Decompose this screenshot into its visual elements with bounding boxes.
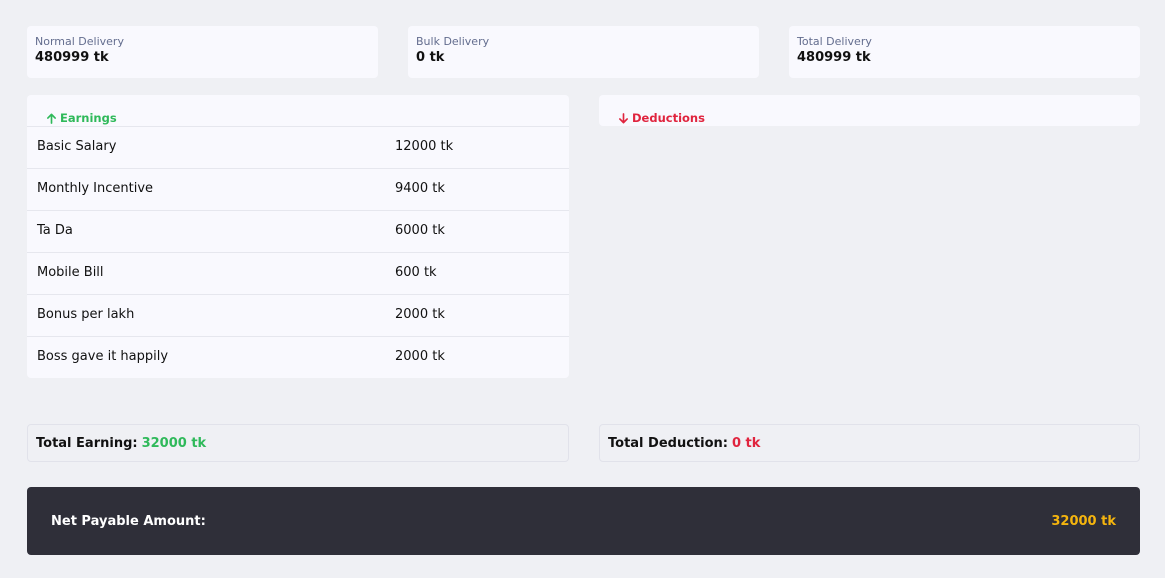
earning-name: Bonus per lakh bbox=[37, 307, 135, 322]
list-item: Mobile Bill 600 tk bbox=[27, 252, 569, 294]
list-item: Monthly Incentive 9400 tk bbox=[27, 168, 569, 210]
arrow-up-icon bbox=[47, 113, 56, 124]
stat-card-bulk-delivery: Bulk Delivery 0 tk bbox=[408, 26, 759, 78]
earnings-list: Basic Salary 12000 tk Monthly Incentive … bbox=[27, 126, 569, 378]
earnings-panel: Earnings Basic Salary 12000 tk Monthly I… bbox=[27, 95, 569, 378]
earning-amount: 6000 tk bbox=[395, 223, 445, 238]
stat-card-normal-delivery: Normal Delivery 480999 tk bbox=[27, 26, 378, 78]
earnings-header: Earnings bbox=[46, 111, 117, 125]
earning-name: Basic Salary bbox=[37, 139, 117, 154]
stat-value: 480999 tk bbox=[797, 50, 871, 65]
stat-label: Total Delivery bbox=[797, 35, 872, 48]
deductions-panel: Deductions bbox=[599, 95, 1140, 126]
stat-value: 480999 tk bbox=[35, 50, 109, 65]
earning-name: Ta Da bbox=[37, 223, 73, 238]
arrow-down-icon bbox=[619, 112, 628, 123]
earning-amount: 600 tk bbox=[395, 265, 437, 280]
earning-amount: 12000 tk bbox=[395, 139, 454, 154]
earning-name: Mobile Bill bbox=[37, 265, 104, 280]
earning-amount: 2000 tk bbox=[395, 307, 445, 322]
net-payable-bar: Net Payable Amount: 32000 tk bbox=[27, 487, 1140, 555]
stat-label: Normal Delivery bbox=[35, 35, 124, 48]
stat-label: Bulk Delivery bbox=[416, 35, 490, 48]
net-payable-label: Net Payable Amount: bbox=[51, 513, 206, 529]
stat-card-total-delivery: Total Delivery 480999 tk bbox=[789, 26, 1140, 78]
total-earning-label: Total Earning: bbox=[36, 435, 138, 451]
earning-amount: 2000 tk bbox=[395, 349, 445, 364]
deductions-header: Deductions bbox=[618, 111, 705, 125]
list-item: Basic Salary 12000 tk bbox=[27, 126, 569, 168]
net-payable-value: 32000 tk bbox=[1051, 513, 1116, 529]
earnings-title: Earnings bbox=[60, 111, 117, 125]
stat-value: 0 tk bbox=[416, 50, 445, 65]
list-item: Ta Da 6000 tk bbox=[27, 210, 569, 252]
total-deduction-label: Total Deduction: bbox=[608, 435, 728, 451]
list-item: Boss gave it happily 2000 tk bbox=[27, 336, 569, 378]
earning-name: Monthly Incentive bbox=[37, 181, 154, 196]
total-earning-value: 32000 tk bbox=[141, 435, 207, 451]
total-deduction-value: 0 tk bbox=[731, 435, 761, 451]
earning-amount: 9400 tk bbox=[395, 181, 445, 196]
list-item: Bonus per lakh 2000 tk bbox=[27, 294, 569, 336]
total-earning-box: Total Earning: 32000 tk bbox=[27, 424, 569, 462]
earning-name: Boss gave it happily bbox=[37, 349, 169, 364]
deductions-title: Deductions bbox=[632, 111, 705, 125]
total-deduction-box: Total Deduction: 0 tk bbox=[599, 424, 1140, 462]
